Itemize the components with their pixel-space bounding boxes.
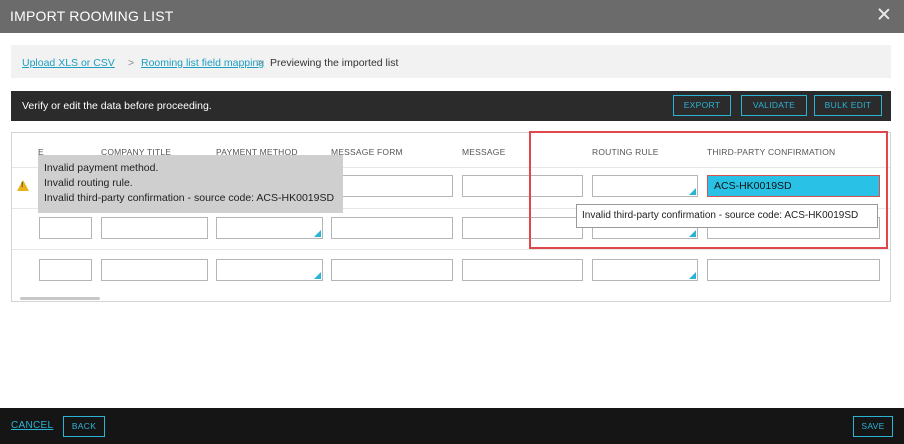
row3-cell-message-form[interactable]: [331, 259, 453, 281]
row1-cell-third-party-confirmation[interactable]: ACS-HK0019SD: [707, 175, 880, 197]
column-header: MESSAGE: [462, 147, 506, 157]
banner-message: Verify or edit the data before proceedin…: [22, 100, 212, 112]
row1-cell-message-form[interactable]: [331, 175, 453, 197]
warning-icon[interactable]: !: [17, 180, 29, 191]
dialog-title: IMPORT ROOMING LIST: [10, 8, 174, 24]
row-divider: [12, 249, 890, 250]
row2-cell-e[interactable]: [39, 217, 92, 239]
dialog-header: IMPORT ROOMING LIST: [0, 0, 904, 33]
tooltip-line: Invalid third-party confirmation - sourc…: [44, 192, 335, 204]
row3-cell-third-party-confirmation[interactable]: [707, 259, 880, 281]
horizontal-scrollbar[interactable]: [20, 297, 100, 300]
row3-cell-payment-method[interactable]: [216, 259, 323, 281]
row2-cell-company-title[interactable]: [101, 217, 208, 239]
row3-cell-e[interactable]: [39, 259, 92, 281]
tooltip-line: Invalid routing rule.: [44, 177, 133, 189]
column-header: ROUTING RULE: [592, 147, 659, 157]
rooming-list-table: E COMPANY TITLE PAYMENT METHOD MESSAGE F…: [11, 132, 891, 302]
instruction-banner: Verify or edit the data before proceedin…: [11, 91, 891, 121]
cancel-link[interactable]: CANCEL: [11, 420, 53, 431]
breadcrumb-mapping-link[interactable]: Rooming list field mapping: [141, 57, 264, 69]
save-button[interactable]: SAVE: [853, 416, 893, 437]
validate-button[interactable]: VALIDATE: [741, 95, 807, 116]
close-icon[interactable]: [876, 6, 892, 22]
back-button[interactable]: BACK: [63, 416, 105, 437]
row2-cell-message[interactable]: [462, 217, 583, 239]
row1-cell-message[interactable]: [462, 175, 583, 197]
row3-cell-message[interactable]: [462, 259, 583, 281]
breadcrumb-separator-icon: >: [257, 57, 264, 69]
row3-cell-company-title[interactable]: [101, 259, 208, 281]
row2-cell-message-form[interactable]: [331, 217, 453, 239]
bulk-edit-button[interactable]: BULK EDIT: [814, 95, 882, 116]
breadcrumb-upload-link[interactable]: Upload XLS or CSV: [22, 57, 115, 69]
tooltip-line: Invalid payment method.: [44, 162, 159, 174]
dialog-footer: CANCEL BACK SAVE: [0, 408, 904, 444]
breadcrumb-separator-icon: >: [128, 57, 135, 69]
export-button[interactable]: EXPORT: [673, 95, 731, 116]
cell-error-tooltip: Invalid third-party confirmation - sourc…: [576, 204, 878, 228]
row3-cell-routing-rule[interactable]: [592, 259, 698, 281]
row1-cell-routing-rule[interactable]: [592, 175, 698, 197]
column-header: THIRD-PARTY CONFIRMATION: [707, 147, 836, 157]
row2-cell-payment-method[interactable]: [216, 217, 323, 239]
breadcrumb-current: Previewing the imported list: [270, 57, 399, 69]
row-error-tooltip: Invalid payment method. Invalid routing …: [38, 155, 343, 213]
breadcrumb: Upload XLS or CSV > Rooming list field m…: [11, 45, 891, 78]
